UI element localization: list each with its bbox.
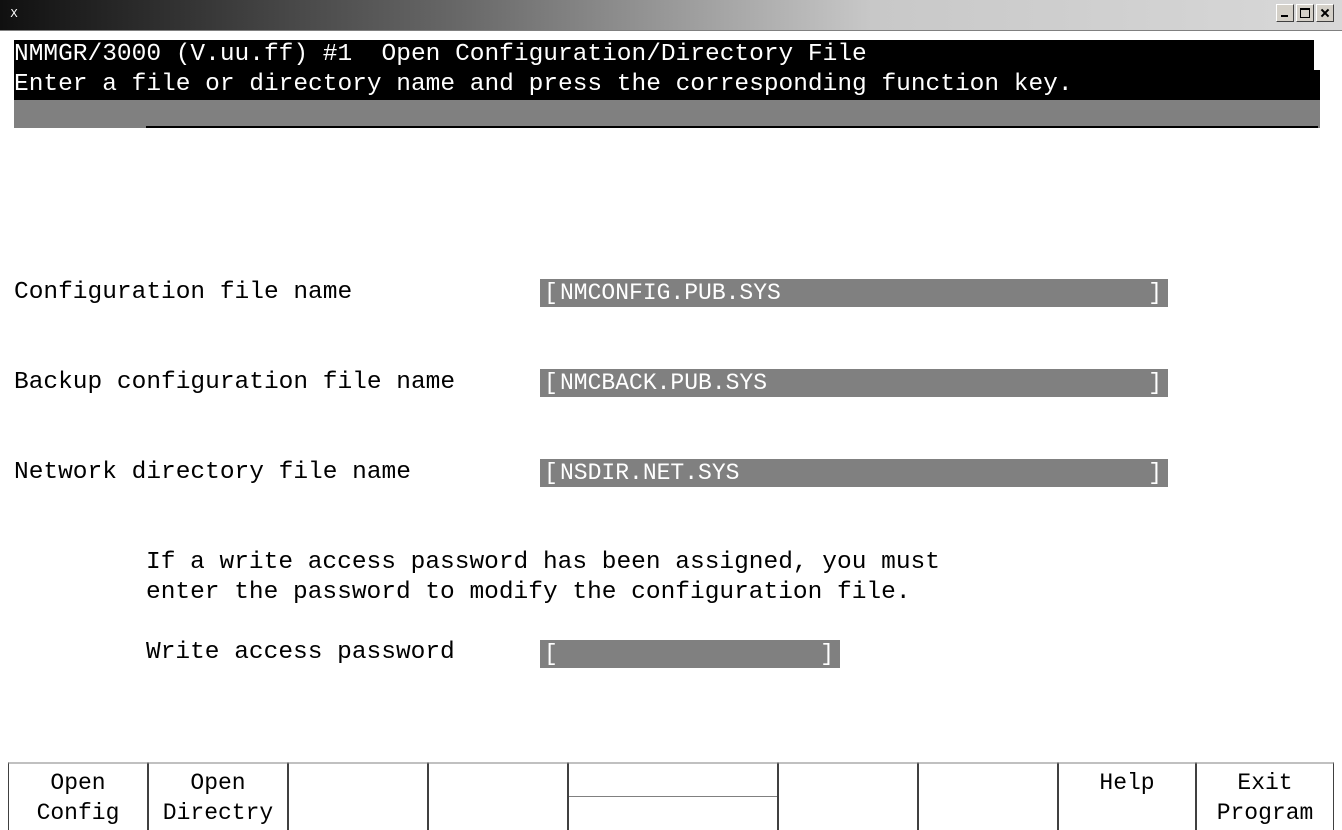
function-key-bar: Open Config Open Directry Help Exit Prog… [8, 762, 1334, 830]
f6-key[interactable] [778, 762, 918, 830]
f9-label-line2: Program [1216, 800, 1314, 826]
f1-label-line1: Open [50, 770, 106, 796]
window-controls [1276, 4, 1334, 22]
window-titlebar: X [0, 0, 1342, 31]
info-text-line1: If a write access password has been assi… [146, 549, 940, 576]
backup-file-value: NMCBACK.PUB.SYS [560, 370, 768, 396]
config-file-label: Configuration file name [14, 279, 353, 306]
backup-file-label: Backup configuration file name [14, 369, 456, 396]
bracket-close: ] [1148, 280, 1162, 306]
directory-file-field[interactable]: [ NSDIR.NET.SYS ] [538, 459, 1168, 487]
directory-file-value: NSDIR.NET.SYS [560, 460, 740, 486]
f4-key[interactable] [428, 762, 568, 830]
info-text-line2: enter the password to modify the configu… [146, 579, 911, 606]
command-input[interactable] [146, 100, 1318, 128]
config-file-value: NMCONFIG.PUB.SYS [560, 280, 781, 306]
instruction-line: Enter a file or directory name and press… [14, 70, 1320, 100]
password-field[interactable]: [ ] [538, 640, 840, 668]
f7-key[interactable] [918, 762, 1058, 830]
bracket-close: ] [820, 641, 834, 667]
f8-label-line1: Help [1099, 770, 1155, 796]
password-label: Write access password [146, 639, 455, 666]
bracket-close: ] [1148, 460, 1162, 486]
x-window-icon: X [10, 7, 18, 20]
maximize-icon[interactable] [1296, 4, 1314, 22]
minimize-icon[interactable] [1276, 4, 1294, 22]
command-label: Command: [72, 128, 191, 155]
f1-label-line2: Config [36, 800, 120, 826]
f9-exit-program-key[interactable]: Exit Program [1196, 762, 1334, 830]
f2-label-line2: Directry [162, 800, 274, 826]
command-line: Command: [14, 100, 1320, 155]
screen-title: NMMGR/3000 (V.uu.ff) #1 Open Configurati… [14, 40, 1314, 70]
f2-open-directory-key[interactable]: Open Directry [148, 762, 288, 830]
close-icon[interactable] [1316, 4, 1334, 22]
terminal-screen: NMMGR/3000 (V.uu.ff) #1 Open Configurati… [8, 38, 1334, 762]
f3-key[interactable] [288, 762, 428, 830]
bracket-open: [ [544, 641, 558, 667]
bracket-open: [ [544, 280, 558, 306]
f8-help-key[interactable]: Help [1058, 762, 1196, 830]
bracket-open: [ [544, 370, 558, 396]
f1-open-config-key[interactable]: Open Config [8, 762, 148, 830]
bracket-open: [ [544, 460, 558, 486]
f9-label-line1: Exit [1237, 770, 1293, 796]
config-file-field[interactable]: [ NMCONFIG.PUB.SYS ] [538, 279, 1168, 307]
directory-file-label: Network directory file name [14, 459, 411, 486]
backup-file-field[interactable]: [ NMCBACK.PUB.SYS ] [538, 369, 1168, 397]
f2-label-line1: Open [190, 770, 246, 796]
f5-key[interactable] [568, 762, 778, 830]
bracket-close: ] [1148, 370, 1162, 396]
